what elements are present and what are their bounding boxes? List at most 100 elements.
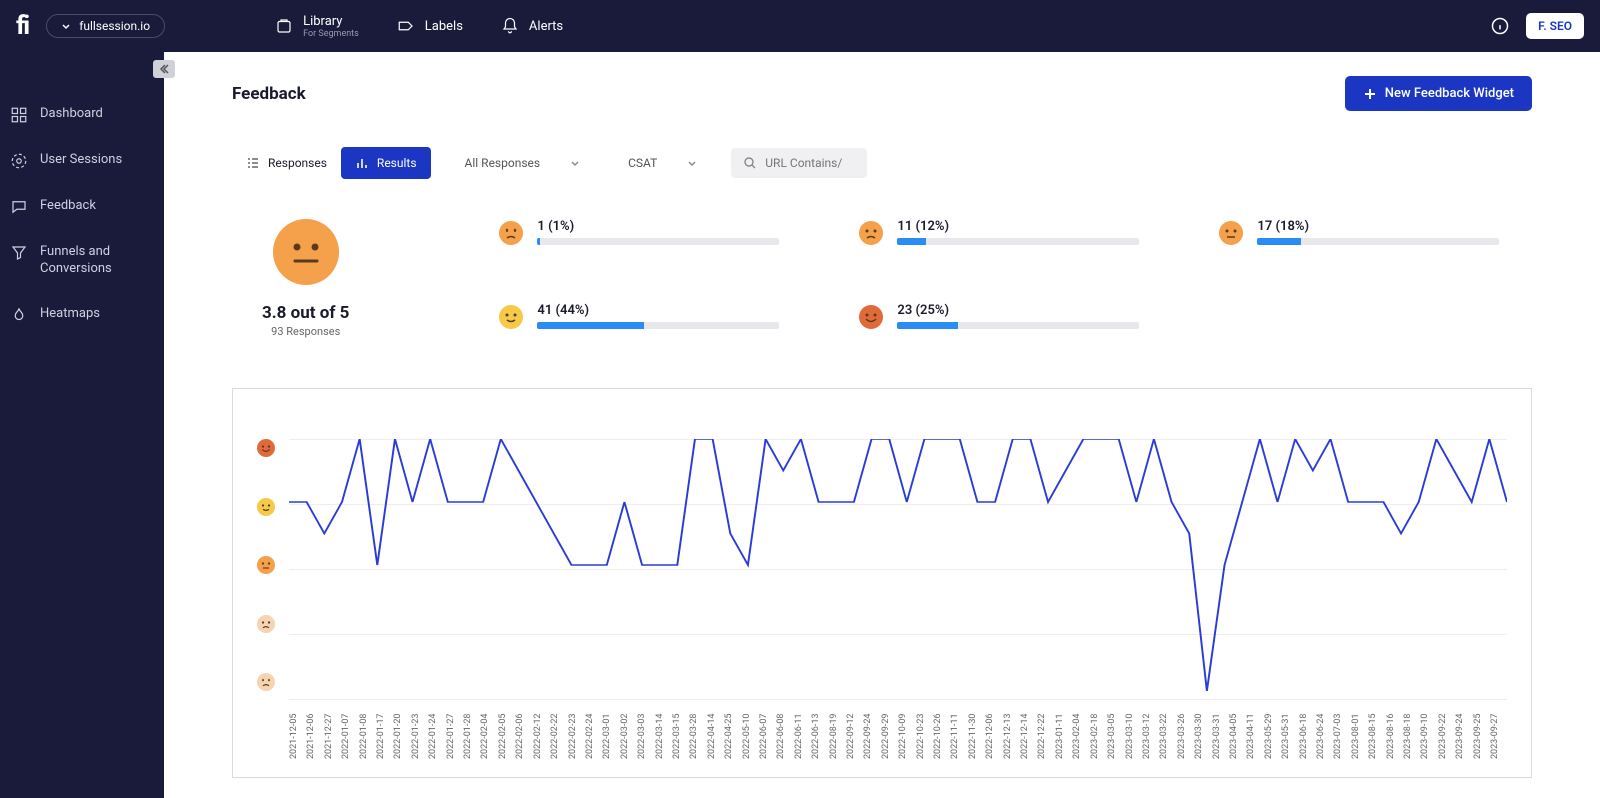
x-tick: 2023-04-11 [1246, 691, 1263, 759]
chevron-down-icon [687, 158, 697, 168]
sidebar-item-sessions[interactable]: User Sessions [0, 138, 164, 184]
y-face-icon [257, 498, 275, 516]
y-axis [257, 439, 289, 759]
search-icon [743, 156, 757, 170]
main-content: Feedback New Feedback Widget Responses R… [164, 52, 1600, 798]
x-tick: 2022-02-24 [585, 691, 602, 759]
sidebar-collapse[interactable] [153, 60, 175, 78]
face-icon-level-5 [859, 305, 883, 329]
x-tick: 2021-12-27 [324, 691, 341, 759]
x-tick: 2023-03-05 [1107, 691, 1124, 759]
bar-track [537, 238, 779, 245]
y-face-icon [257, 615, 275, 633]
x-tick: 2022-03-03 [637, 691, 654, 759]
x-tick: 2022-02-04 [480, 691, 497, 759]
barchart-icon [355, 156, 369, 170]
x-tick: 2022-01-07 [341, 691, 358, 759]
x-tick: 2022-12-06 [985, 691, 1002, 759]
user-badge[interactable]: F. SEO [1526, 13, 1584, 39]
x-tick: 2023-03-10 [1125, 691, 1142, 759]
x-tick: 2022-03-28 [689, 691, 706, 759]
bar-track [897, 238, 1139, 245]
new-feedback-widget-button[interactable]: New Feedback Widget [1345, 76, 1532, 111]
x-tick: 2022-01-24 [428, 691, 445, 759]
sidebar-item-heatmaps[interactable]: Heatmaps [0, 292, 164, 338]
x-tick: 2022-09-29 [881, 691, 898, 759]
x-tick: 2022-06-07 [759, 691, 776, 759]
x-tick: 2022-03-14 [655, 691, 672, 759]
x-axis: 2021-12-052021-12-062021-12-272022-01-07… [289, 691, 1507, 759]
y-face-icon [257, 439, 275, 457]
sidebar: Dashboard User Sessions Feedback Funnels… [0, 52, 164, 798]
info-icon[interactable] [1490, 16, 1510, 36]
distribution-item: 11 (12%) [859, 219, 1139, 255]
x-tick: 2023-09-22 [1438, 691, 1455, 759]
topbar: fi fullsession.io LibraryFor Segments La… [0, 0, 1600, 52]
tab-label: Responses [268, 156, 327, 170]
x-tick: 2022-09-12 [846, 691, 863, 759]
filter-metric[interactable]: CSAT [614, 148, 711, 178]
x-tick: 2023-07-03 [1333, 691, 1350, 759]
dashboard-icon [10, 106, 28, 124]
trend-chart: 2021-12-052021-12-062021-12-272022-01-07… [232, 388, 1532, 778]
nav-alerts[interactable]: Alerts [501, 14, 563, 39]
x-tick: 2021-12-05 [289, 691, 306, 759]
page-title: Feedback [232, 84, 306, 104]
sidebar-label: Funnels and Conversions [40, 244, 154, 278]
x-tick: 2022-12-14 [1020, 691, 1037, 759]
filter-label: All Responses [465, 156, 541, 170]
x-tick: 2023-09-10 [1420, 691, 1437, 759]
x-tick: 2022-03-15 [672, 691, 689, 759]
y-face-icon [257, 556, 275, 574]
x-tick: 2023-03-26 [1177, 691, 1194, 759]
x-tick: 2021-12-06 [306, 691, 323, 759]
bar-label: 23 (25%) [897, 303, 1139, 318]
x-tick: 2023-06-24 [1316, 691, 1333, 759]
library-icon [275, 17, 293, 35]
x-tick: 2022-02-22 [550, 691, 567, 759]
filter-responses[interactable]: All Responses [451, 148, 595, 178]
url-search-input[interactable] [765, 156, 855, 170]
x-tick: 2022-02-23 [568, 691, 585, 759]
nav-labels-label: Labels [425, 19, 463, 34]
bar-label: 11 (12%) [897, 219, 1139, 234]
face-icon-level-1 [499, 221, 523, 245]
score-block: 3.8 out of 5 93 Responses [262, 219, 349, 338]
sidebar-item-funnels[interactable]: Funnels and Conversions [0, 230, 164, 292]
face-icon-level-4 [499, 305, 523, 329]
nav-labels[interactable]: Labels [397, 14, 463, 39]
x-tick: 2023-08-18 [1403, 691, 1420, 759]
x-tick: 2023-09-25 [1473, 691, 1490, 759]
x-tick: 2022-01-20 [393, 691, 410, 759]
x-tick: 2023-03-22 [1159, 691, 1176, 759]
x-tick: 2022-01-23 [411, 691, 428, 759]
distribution-item: 1 (1%) [499, 219, 779, 255]
feedback-icon [10, 198, 28, 216]
plot-area: 2021-12-052021-12-062021-12-272022-01-07… [289, 439, 1507, 759]
logo: fi [16, 11, 28, 41]
distribution-grid: 1 (1%) 11 (12%) 17 (18%) 41 (44%) 23 (25 [499, 219, 1499, 338]
tab-results[interactable]: Results [341, 147, 431, 179]
x-tick: 2022-06-11 [794, 691, 811, 759]
x-tick: 2022-02-05 [498, 691, 515, 759]
x-tick: 2023-05-29 [1264, 691, 1281, 759]
x-tick: 2022-06-13 [811, 691, 828, 759]
x-tick: 2022-10-23 [916, 691, 933, 759]
x-tick: 2023-03-31 [1212, 691, 1229, 759]
tab-responses[interactable]: Responses [232, 147, 341, 179]
chart-line [289, 439, 1507, 691]
sidebar-item-dashboard[interactable]: Dashboard [0, 92, 164, 138]
x-tick: 2023-05-31 [1281, 691, 1298, 759]
bar-label: 1 (1%) [537, 219, 779, 234]
site-selector[interactable]: fullsession.io [46, 14, 165, 38]
x-tick: 2022-11-30 [968, 691, 985, 759]
x-tick: 2022-10-26 [933, 691, 950, 759]
score-text: 3.8 out of 5 [262, 303, 349, 323]
nav-library-label: Library [303, 14, 342, 29]
sidebar-item-feedback[interactable]: Feedback [0, 184, 164, 230]
bell-icon [501, 17, 519, 35]
x-tick: 2022-12-22 [1037, 691, 1054, 759]
url-search[interactable] [731, 148, 867, 178]
x-tick: 2022-01-08 [359, 691, 376, 759]
nav-library[interactable]: LibraryFor Segments [275, 14, 359, 39]
